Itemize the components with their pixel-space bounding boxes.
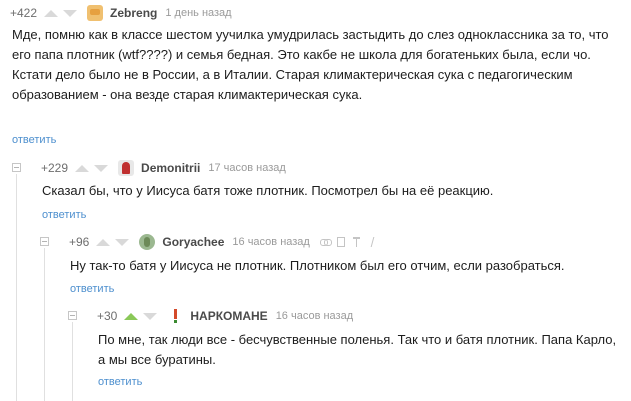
avatar[interactable] — [139, 234, 156, 250]
author-name[interactable]: НАРКОМАНЕ — [190, 309, 267, 323]
downvote-icon[interactable] — [115, 238, 130, 246]
comment-paragraph: Ну так-то батя у Иисуса не плотник. Плот… — [70, 258, 565, 273]
reply-link[interactable]: ответить — [70, 283, 114, 295]
timestamp[interactable]: 1 день назад — [165, 7, 231, 19]
comment-2-header: +229 Demonitrii 17 часов назад — [41, 159, 286, 177]
upvote-icon[interactable] — [96, 238, 111, 246]
collapse-icon[interactable] — [12, 163, 21, 172]
rating: +96 — [69, 235, 90, 249]
comment-text: Ну так-то батя у Иисуса не плотник. Плот… — [70, 256, 625, 276]
thread-line[interactable] — [72, 322, 73, 401]
comment-paragraph: По мне, так люди все - бесчувственные по… — [98, 332, 617, 367]
comment-3-header: +96 Goryachee 16 часов назад — [69, 233, 378, 251]
avatar[interactable] — [118, 160, 135, 176]
collapse-icon[interactable] — [40, 237, 49, 246]
more-icon[interactable] — [368, 237, 378, 247]
comment-paragraph: Кстати дело было не в России, а в Италии… — [12, 67, 573, 102]
collapse-icon[interactable] — [68, 311, 77, 320]
timestamp[interactable]: 16 часов назад — [232, 236, 309, 248]
author-name[interactable]: Goryachee — [162, 235, 224, 249]
comment-1-header: +422 Zebreng 1 день назад — [10, 4, 232, 22]
comment-4-header: +30 НАРКОМАНЕ 16 часов назад — [97, 307, 353, 325]
reply-link[interactable]: ответить — [42, 209, 86, 221]
rating: +229 — [41, 161, 69, 175]
downvote-icon[interactable] — [63, 9, 78, 17]
timestamp[interactable]: 16 часов назад — [276, 310, 353, 322]
comment-text: Сказал бы, что у Иисуса батя тоже плотни… — [42, 181, 622, 201]
comment-text: По мне, так люди все - бесчувственные по… — [98, 330, 618, 370]
comment-text: Мде, помню как в классе шестом уучилка у… — [12, 25, 617, 105]
upvote-icon[interactable] — [75, 164, 90, 172]
reply-link[interactable]: ответить — [98, 376, 142, 388]
thread-line[interactable] — [44, 248, 45, 401]
report-icon[interactable] — [352, 237, 362, 247]
rating: +30 — [97, 309, 118, 323]
link-icon[interactable] — [319, 237, 332, 247]
upvote-icon[interactable] — [124, 312, 139, 320]
downvote-icon[interactable] — [94, 164, 109, 172]
rating: +422 — [10, 6, 38, 20]
reply-link[interactable]: ответить — [12, 134, 56, 146]
author-name[interactable]: Demonitrii — [141, 161, 200, 175]
downvote-icon[interactable] — [143, 312, 158, 320]
comment-paragraph: Сказал бы, что у Иисуса батя тоже плотни… — [42, 183, 494, 198]
avatar[interactable] — [167, 308, 184, 324]
timestamp[interactable]: 17 часов назад — [208, 162, 285, 174]
comment-paragraph: Мде, помню как в классе шестом уучилка у… — [12, 27, 609, 62]
author-name[interactable]: Zebreng — [110, 6, 157, 20]
avatar[interactable] — [87, 5, 104, 21]
thread-line[interactable] — [16, 174, 17, 401]
save-icon[interactable] — [336, 237, 346, 247]
upvote-icon[interactable] — [44, 9, 59, 17]
